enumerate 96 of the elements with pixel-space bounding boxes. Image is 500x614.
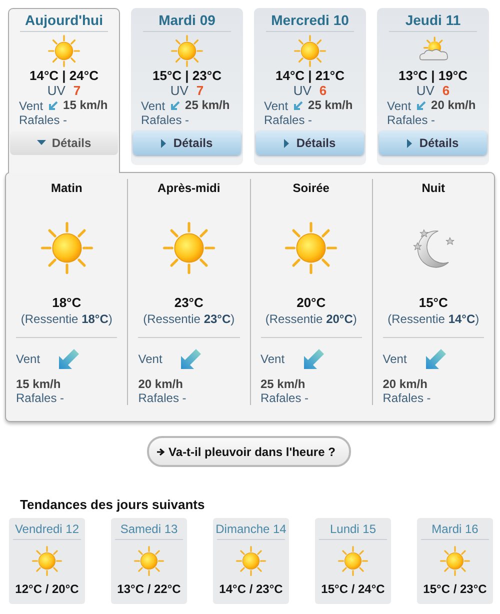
day-title: Lundi 15 (330, 522, 376, 536)
sun-icon (162, 222, 215, 274)
caret-right-icon (407, 138, 414, 148)
temperature-range: 15°C | 23°C (152, 68, 222, 83)
wind-label: Vent (138, 352, 162, 366)
wind-speed: 20 km/h (138, 378, 183, 391)
sun-icon (134, 546, 164, 576)
details-button[interactable]: Détails (133, 131, 241, 155)
sun-icon (338, 546, 368, 576)
wind-label: Vent (382, 352, 407, 366)
gusts-text: Rafales - (260, 391, 309, 405)
temperature-range: 13°C / 22°C (117, 582, 181, 596)
feels-like-text: (Ressentie 23°C) (143, 311, 235, 327)
period-title: Soirée (292, 180, 330, 196)
period-title: Nuit (422, 180, 446, 196)
wind-arrow-icon (180, 348, 202, 370)
wind-speed: 15 km/h (63, 98, 108, 113)
temperature: 15°C (418, 295, 448, 311)
sun-icon (48, 35, 80, 67)
details-button[interactable]: Détails (256, 131, 364, 155)
gusts-text: Rafales - (382, 391, 431, 405)
wind-arrow-icon (302, 348, 325, 370)
day-title: Mardi 09 (158, 11, 216, 29)
wind-speed: 25 km/h (185, 98, 230, 113)
temperature: 20°C (296, 295, 326, 311)
uv-index: 6 (442, 83, 450, 98)
gusts-text: Rafales - (263, 113, 312, 127)
period-title: Après-midi (158, 180, 220, 196)
caret-right-icon (284, 138, 290, 148)
temperature-range: 14°C | 24°C (30, 68, 98, 83)
arrow-right-icon (156, 448, 165, 456)
wind-speed: 15 km/h (16, 378, 61, 391)
temperature-range: 15°C / 24°C (321, 582, 385, 596)
day-tab[interactable]: Mercredi 10 14°C | 21°C UV 6 Vent 25 km/h Rafales - Détails (254, 8, 366, 165)
wind-label: Vent (141, 98, 166, 112)
temperature-range: 13°C | 19°C (398, 68, 468, 83)
sun-icon (294, 35, 326, 67)
sun-icon (440, 546, 470, 576)
section-title: Tendances des jours suivants (20, 497, 206, 513)
wind-arrow-icon (170, 100, 180, 110)
day-tab[interactable]: Mardi 09 15°C | 23°C UV 7 Vent 25 km/h Rafales - Détails (131, 8, 243, 165)
wind-arrow-icon (424, 348, 447, 370)
feels-like-text: (Ressentie 18°C) (20, 311, 112, 327)
temperature: 23°C (174, 295, 204, 311)
temperature-range: 12°C / 20°C (15, 582, 79, 596)
wind-label: Vent (264, 98, 288, 112)
wind-arrow-icon (48, 100, 58, 110)
wind-speed: 20 km/h (431, 98, 476, 113)
wind-label: Vent (19, 98, 44, 112)
uv-label: UV (416, 83, 434, 98)
feels-like-text: (Ressentie 20°C) (265, 311, 357, 327)
gusts-text: Rafales - (16, 391, 64, 405)
day-title: Aujourd'hui (25, 11, 103, 29)
day-title: Mercredi 10 (271, 11, 349, 29)
day-title: Vendredi 12 (14, 522, 80, 536)
uv-index: 7 (196, 83, 204, 98)
wind-speed: 20 km/h (382, 378, 428, 391)
wind-label: Vent (260, 352, 285, 366)
wind-label: Vent (387, 98, 412, 112)
temperature-range: 14°C / 23°C (219, 582, 283, 596)
gusts-text: Rafales - (138, 391, 186, 405)
uv-index: 6 (319, 83, 327, 98)
uv-index: 7 (73, 83, 81, 98)
sun-icon (40, 222, 93, 274)
day-title: Jeudi 11 (405, 11, 461, 29)
caret-down-icon (36, 140, 46, 146)
details-button[interactable]: Détails (10, 131, 118, 155)
uv-label: UV (170, 83, 188, 98)
day-title: Mardi 16 (432, 522, 478, 536)
wind-arrow-icon (416, 100, 426, 110)
gusts-text: Rafales - (18, 113, 68, 127)
sun-icon (171, 35, 203, 67)
sun-icon (236, 546, 266, 576)
wind-speed: 25 km/h (308, 98, 353, 113)
sun-icon (285, 222, 338, 274)
wind-arrow-icon (58, 348, 80, 370)
sun-icon (32, 546, 62, 576)
period-title: Matin (50, 180, 82, 196)
temperature-range: 14°C | 21°C (276, 68, 344, 83)
temperature: 18°C (52, 295, 82, 311)
feels-like-text: (Ressentie 14°C) (388, 311, 480, 327)
caret-right-icon (161, 138, 168, 148)
day-tab[interactable]: Jeudi 11 13°C | 19°C UV 6 Vent 20 km/h Rafales - Détails (377, 8, 489, 165)
day-title: Samedi 13 (120, 522, 178, 536)
gusts-text: Rafales - (140, 113, 190, 127)
gusts-text: Rafales - (386, 113, 436, 127)
temperature-range: 15°C / 23°C (423, 582, 487, 596)
wind-speed: 25 km/h (260, 378, 306, 391)
uv-label: UV (47, 83, 66, 98)
details-button[interactable]: Détails (379, 131, 487, 155)
rain-forecast-button[interactable]: Va-t-il pleuvoir dans l'heure ? (146, 436, 352, 467)
day-title: Dimanche 14 (216, 522, 286, 536)
wind-label: Vent (16, 352, 40, 366)
day-tab[interactable]: Aujourd'hui 14°C | 24°C UV 7 Vent 15 km/h Rafales - Détails (8, 8, 120, 173)
uv-label: UV (293, 83, 312, 98)
wind-arrow-icon (293, 100, 304, 110)
